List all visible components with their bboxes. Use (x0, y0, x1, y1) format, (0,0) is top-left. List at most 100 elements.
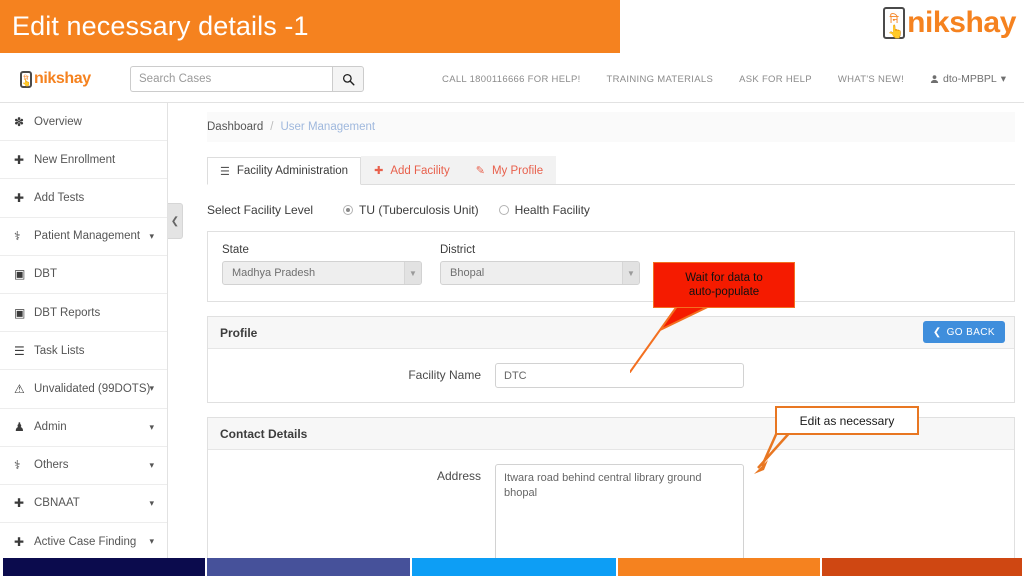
sidebar-item-active-case-finding[interactable]: ✚ Active Case Finding ▾ (0, 523, 167, 562)
plus-icon: ✚ (14, 190, 25, 205)
sidebar-item-cbnaat[interactable]: ✚ CBNAAT ▾ (0, 485, 167, 524)
sidebar-item-label: CBNAAT (34, 497, 80, 510)
user-icon: ♟ (14, 420, 25, 435)
breadcrumb-user-management[interactable]: User Management (280, 121, 375, 133)
nav-link-call-help[interactable]: CALL 1800116666 FOR HELP! (442, 74, 580, 85)
sidebar-item-new-enrollment[interactable]: ✚ New Enrollment (0, 141, 167, 180)
address-textarea[interactable] (495, 464, 744, 563)
sidebar-collapse-toggle[interactable]: ❮ (168, 203, 183, 239)
district-label: District (440, 244, 476, 256)
red-callout-line1: Wait for data to (685, 271, 763, 284)
plus-icon: ✚ (374, 165, 384, 177)
profile-panel-body: Facility Name (208, 349, 1014, 402)
tab-label: Add Facility (390, 164, 450, 177)
go-back-button[interactable]: ❮ GO BACK (922, 321, 1005, 343)
chevron-down-icon: ▾ (149, 536, 154, 547)
navbar-links: CALL 1800116666 FOR HELP! TRAINING MATER… (442, 73, 1024, 85)
radio-dot-health-facility (498, 205, 509, 215)
district-value: Bhopal (450, 267, 485, 279)
state-select[interactable]: Madhya Pradesh ▼ (222, 261, 422, 285)
tab-facility-administration[interactable]: ☰ Facility Administration (207, 157, 362, 185)
nav-link-ask-for-help[interactable]: ASK FOR HELP (739, 74, 812, 85)
strip-segment-4 (822, 558, 1022, 576)
tab-bar: ☰ Facility Administration ✚ Add Facility ✎ My… (207, 156, 1015, 185)
go-back-label: GO BACK (946, 326, 995, 338)
red-callout-box: Wait for data to auto-populate (653, 262, 795, 308)
chevron-down-icon: ▼ (622, 262, 639, 284)
app-navbar: नि 👆 nikshay CALL 1800116666 FOR HELP! T… (0, 56, 1024, 103)
chevron-down-icon: ▾ (149, 421, 154, 432)
slide-page: Edit necessary details -1 नि 👆 nikshay न… (0, 0, 1024, 576)
money-icon: ▣ (14, 267, 26, 282)
nikshay-logo-topright: नि 👆 nikshay (883, 6, 1016, 40)
sidebar-item-label: Admin (34, 421, 67, 434)
sidebar-item-task-lists[interactable]: ☰ Task Lists (0, 332, 167, 371)
sidebar-item-add-tests[interactable]: ✚ Add Tests (0, 179, 167, 218)
district-field: District Bhopal ▼ (440, 244, 640, 285)
profile-panel: Profile ❮ GO BACK Facility Name (207, 316, 1015, 403)
brand-wordmark: nikshay (907, 6, 1016, 39)
tab-add-facility[interactable]: ✚ Add Facility (361, 156, 463, 184)
sidebar-item-label: New Enrollment (34, 153, 116, 166)
facility-level-label: Select Facility Level (207, 203, 314, 217)
briefcase-icon: ⚕ (14, 229, 21, 244)
search-button[interactable] (332, 66, 364, 92)
strip-segment-3 (618, 558, 820, 576)
sidebar-item-overview[interactable]: ✽ Overview (0, 103, 167, 142)
facility-level-row: Select Facility Level TU (Tuberculosis U… (207, 203, 1015, 217)
radio-label-health-facility: Health Facility (514, 203, 590, 217)
orange-callout-arrow (754, 429, 793, 474)
brand-wordmark-navbar: nikshay (34, 70, 91, 87)
sidebar-item-label: Add Tests (34, 191, 85, 204)
address-label: Address (436, 469, 481, 483)
strip-segment-1 (207, 558, 410, 576)
state-value: Madhya Pradesh (232, 267, 316, 279)
nav-link-whats-new[interactable]: WHAT'S NEW! (838, 74, 904, 85)
plus-icon: ✚ (14, 534, 25, 549)
sidebar-item-label: Others (34, 459, 69, 472)
list-icon: ☰ (14, 343, 25, 358)
search-group (130, 66, 364, 92)
user-icon (930, 75, 939, 84)
nav-link-training-materials[interactable]: TRAINING MATERIALS (607, 74, 714, 85)
user-menu[interactable]: dto-MPBPL ▾ (930, 73, 1006, 85)
tab-label: My Profile (491, 164, 544, 177)
sidebar-item-admin[interactable]: ♟ Admin ▾ (0, 409, 167, 447)
state-field: State Madhya Pradesh ▼ (222, 244, 422, 285)
sidebar-item-unvalidated-99dots[interactable]: ⚠ Unvalidated (99DOTS) ▾ (0, 370, 167, 409)
sidebar-item-patient-management[interactable]: ⚕ Patient Management ▾ (0, 218, 167, 256)
radio-label-tu: TU (Tuberculosis Unit) (359, 203, 479, 217)
nikshay-logo-navbar[interactable]: नि 👆 nikshay (0, 70, 118, 88)
search-icon (342, 73, 355, 86)
sidebar-item-label: Active Case Finding (34, 535, 137, 548)
contact-panel: Contact Details Address Pincode ▲ (207, 417, 1015, 576)
sidebar-item-label: Unvalidated (99DOTS) (34, 382, 151, 395)
chevron-down-icon: ▾ (1000, 73, 1006, 85)
radio-health-facility[interactable]: Health Facility (498, 203, 590, 217)
list-icon: ☰ (220, 165, 230, 178)
sidebar-item-label: DBT Reports (34, 306, 101, 319)
tab-my-profile[interactable]: ✎ My Profile (462, 156, 557, 184)
slide-title: Edit necessary details -1 (12, 11, 309, 41)
plus-icon: ✚ (14, 496, 25, 511)
district-select[interactable]: Bhopal ▼ (440, 261, 640, 285)
sidebar-item-dbt[interactable]: ▣ DBT (0, 256, 167, 294)
address-row: Address (220, 464, 1002, 563)
sidebar-item-label: Patient Management (34, 230, 141, 243)
breadcrumb-dashboard[interactable]: Dashboard (207, 121, 263, 133)
phone-icon: नि 👆 (883, 7, 906, 39)
user-name: dto-MPBPL (943, 73, 997, 85)
briefcase-icon: ⚕ (14, 458, 21, 473)
main-content: Dashboard / User Management ☰ Facility Ad… (169, 103, 1024, 576)
sidebar-item-dbt-reports[interactable]: ▣ DBT Reports (0, 294, 167, 333)
sidebar-item-others[interactable]: ⚕ Others ▾ (0, 447, 167, 485)
sidebar-item-label: Task Lists (34, 344, 85, 357)
radio-tu[interactable]: TU (Tuberculosis Unit) (343, 203, 479, 217)
profile-heading: Profile (220, 325, 258, 340)
breadcrumb-separator: / (270, 121, 274, 133)
edit-icon: ✎ (475, 165, 485, 177)
tab-label: Facility Administration (236, 165, 349, 177)
orange-callout-box: Edit as necessary (775, 406, 919, 435)
slide-title-banner: Edit necessary details -1 (0, 0, 620, 53)
search-input[interactable] (130, 66, 332, 92)
